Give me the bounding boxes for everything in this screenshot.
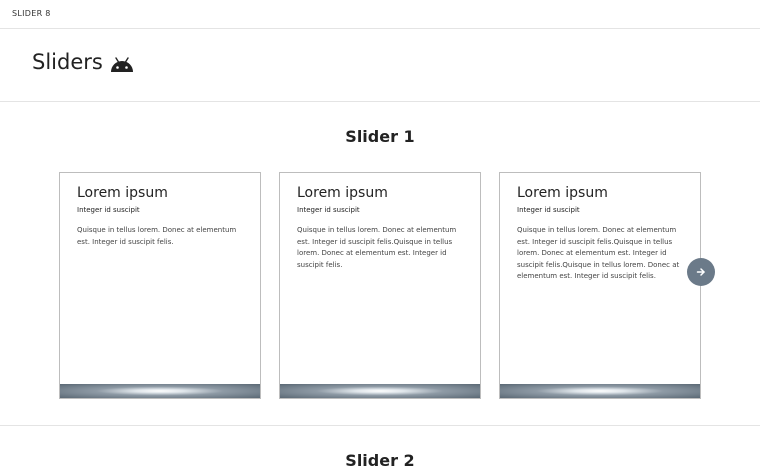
card-subheading: Integer id suscipit — [297, 206, 360, 214]
card-footer-image — [60, 384, 260, 398]
card-body: Quisque in tellus lorem. Donec at elemen… — [77, 226, 237, 246]
card-subheading: Integer id suscipit — [77, 206, 140, 214]
card-heading: Lorem ipsum — [297, 185, 388, 201]
card-footer-image — [280, 384, 480, 398]
page-title: Sliders — [32, 50, 103, 74]
slide-card-3: Lorem ipsum Integer id suscipit Quisque … — [499, 172, 701, 399]
slide-card-1: Lorem ipsum Integer id suscipit Quisque … — [59, 172, 261, 399]
slider-next-button[interactable] — [687, 258, 715, 286]
top-bar-label: SLIDER 8 — [12, 9, 51, 18]
page-header: Sliders — [0, 29, 760, 102]
arrow-right-icon — [696, 268, 705, 276]
slider-1-title: Slider 1 — [345, 127, 415, 146]
android-icon — [111, 57, 133, 72]
card-body: Quisque in tellus lorem. Donec at elemen… — [297, 226, 457, 269]
top-bar: SLIDER 8 — [0, 0, 760, 29]
slide-card-2: Lorem ipsum Integer id suscipit Quisque … — [279, 172, 481, 399]
card-subheading: Integer id suscipit — [517, 206, 580, 214]
section-divider — [0, 425, 760, 426]
card-footer-image — [500, 384, 700, 398]
card-heading: Lorem ipsum — [517, 185, 608, 201]
card-body: Quisque in tellus lorem. Donec at elemen… — [517, 226, 680, 280]
slider-2-title: Slider 2 — [345, 451, 415, 470]
card-heading: Lorem ipsum — [77, 185, 168, 201]
